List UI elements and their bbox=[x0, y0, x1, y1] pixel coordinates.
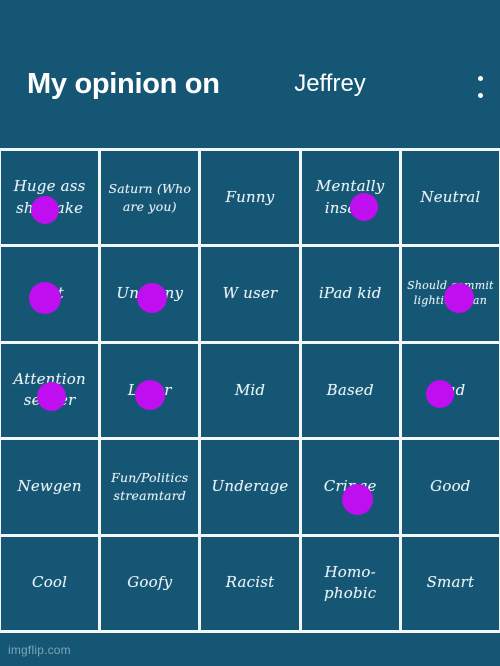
card-header: My opinion on Jeffrey bbox=[0, 0, 500, 148]
bingo-cell[interactable]: Neutral bbox=[401, 151, 499, 245]
bingo-cell[interactable]: Unfunny bbox=[101, 247, 199, 341]
bingo-cell-label: Neutral bbox=[420, 187, 481, 206]
imgflip-watermark: imgflip.com bbox=[8, 643, 71, 657]
bingo-cell-label: Saturn (Who are you) bbox=[108, 181, 192, 214]
bingo-cell-label: Good bbox=[430, 477, 471, 496]
bingo-cell[interactable]: Mentally insane bbox=[301, 151, 399, 245]
bingo-cell-label: Cool bbox=[32, 573, 68, 592]
bingo-cell[interactable]: Smart bbox=[401, 536, 499, 630]
ellipsis-dot-bottom bbox=[477, 93, 483, 98]
bingo-cell-label: Mid bbox=[234, 380, 266, 399]
bingo-cell-label: Based bbox=[326, 380, 374, 399]
bingo-cell-label: Underage bbox=[211, 477, 289, 496]
bingo-cell-label: iPad kid bbox=[318, 284, 382, 303]
bingo-cell[interactable]: W user bbox=[201, 247, 299, 341]
bingo-cell[interactable]: Good bbox=[401, 440, 499, 534]
bingo-cell[interactable]: Cool bbox=[1, 536, 99, 630]
bingo-cell[interactable]: Goofy bbox=[101, 536, 199, 630]
bingo-subject-label: Jeffrey bbox=[294, 70, 366, 97]
bingo-cell-label: Bad bbox=[435, 380, 466, 399]
bingo-cell-label: Fun/Politics streamtard bbox=[111, 470, 189, 503]
bingo-cell[interactable]: Saturn (Who are you) bbox=[101, 151, 199, 245]
bingo-cell[interactable]: Huge ass shitflake bbox=[1, 151, 99, 245]
card-footer: imgflip.com bbox=[0, 633, 500, 666]
ellipsis-dot-top bbox=[477, 76, 483, 81]
bingo-cell-label: Racist bbox=[225, 573, 275, 592]
bingo-cell[interactable]: Racist bbox=[201, 536, 299, 630]
bingo-cell[interactable]: Should commit lighting man bbox=[401, 247, 499, 341]
bingo-cell[interactable]: Cringe bbox=[301, 440, 399, 534]
bingo-cell[interactable]: Newgen bbox=[1, 440, 99, 534]
bingo-cell-label: Goofy bbox=[127, 573, 173, 592]
bingo-cell[interactable]: Attention seeker bbox=[1, 343, 99, 438]
bingo-cell-label: Hot bbox=[35, 284, 64, 303]
bingo-cell-label: Huge ass shitflake bbox=[13, 176, 86, 217]
bingo-cell[interactable]: Fun/Politics streamtard bbox=[101, 440, 199, 534]
bingo-cell-label: Attention seeker bbox=[13, 369, 86, 410]
bingo-cell-label: Homo-phobic bbox=[324, 562, 377, 603]
bingo-cell[interactable]: iPad kid bbox=[301, 247, 399, 341]
bingo-cell-label: Newgen bbox=[17, 477, 82, 496]
bingo-card: My opinion on Jeffrey Huge ass shitflake… bbox=[0, 0, 500, 666]
bingo-cell[interactable]: Hot bbox=[1, 247, 99, 341]
bingo-cell-label: Smart bbox=[426, 573, 475, 592]
bingo-cell-label: Unfunny bbox=[116, 284, 184, 303]
bingo-cell[interactable]: Loser bbox=[101, 343, 199, 438]
bingo-cell[interactable]: Mid bbox=[201, 343, 299, 438]
bingo-cell[interactable]: Funny bbox=[201, 151, 299, 245]
bingo-cell-label: W user bbox=[222, 284, 278, 303]
bingo-cell-label: Mentally insane bbox=[315, 176, 385, 217]
vertical-ellipsis-icon[interactable] bbox=[477, 76, 483, 98]
bingo-cell[interactable]: Based bbox=[301, 343, 399, 438]
page-title: My opinion on bbox=[27, 68, 220, 100]
bingo-cell[interactable]: Homo-phobic bbox=[301, 536, 399, 630]
bingo-cell[interactable]: Bad bbox=[401, 343, 499, 438]
bingo-cell-label: Should commit lighting man bbox=[407, 279, 494, 308]
bingo-cell-label: Cringe bbox=[323, 477, 377, 496]
bingo-grid: Huge ass shitflake Saturn (Who are you) Fu… bbox=[0, 148, 500, 633]
bingo-cell[interactable]: Underage bbox=[201, 440, 299, 534]
bingo-cell-label: Loser bbox=[127, 380, 172, 399]
bingo-cell-label: Funny bbox=[225, 187, 275, 206]
